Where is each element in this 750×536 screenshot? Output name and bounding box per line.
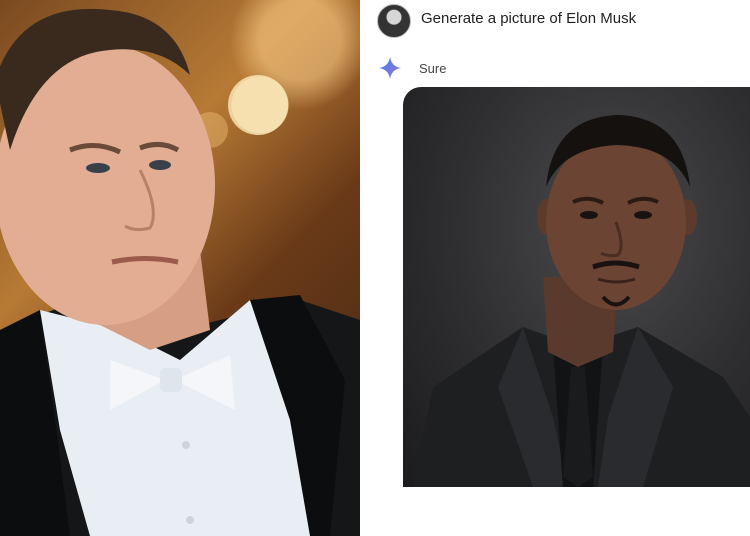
chat-panel: Generate a picture of Elon Musk Sure bbox=[363, 0, 750, 536]
user-prompt: Generate a picture of Elon Musk bbox=[421, 10, 637, 27]
generated-image[interactable] bbox=[403, 87, 750, 487]
sparkle-icon bbox=[377, 55, 403, 81]
user-avatar bbox=[377, 4, 411, 38]
assistant-reply: Sure bbox=[419, 61, 447, 76]
photo-man-in-tuxedo bbox=[0, 0, 360, 536]
